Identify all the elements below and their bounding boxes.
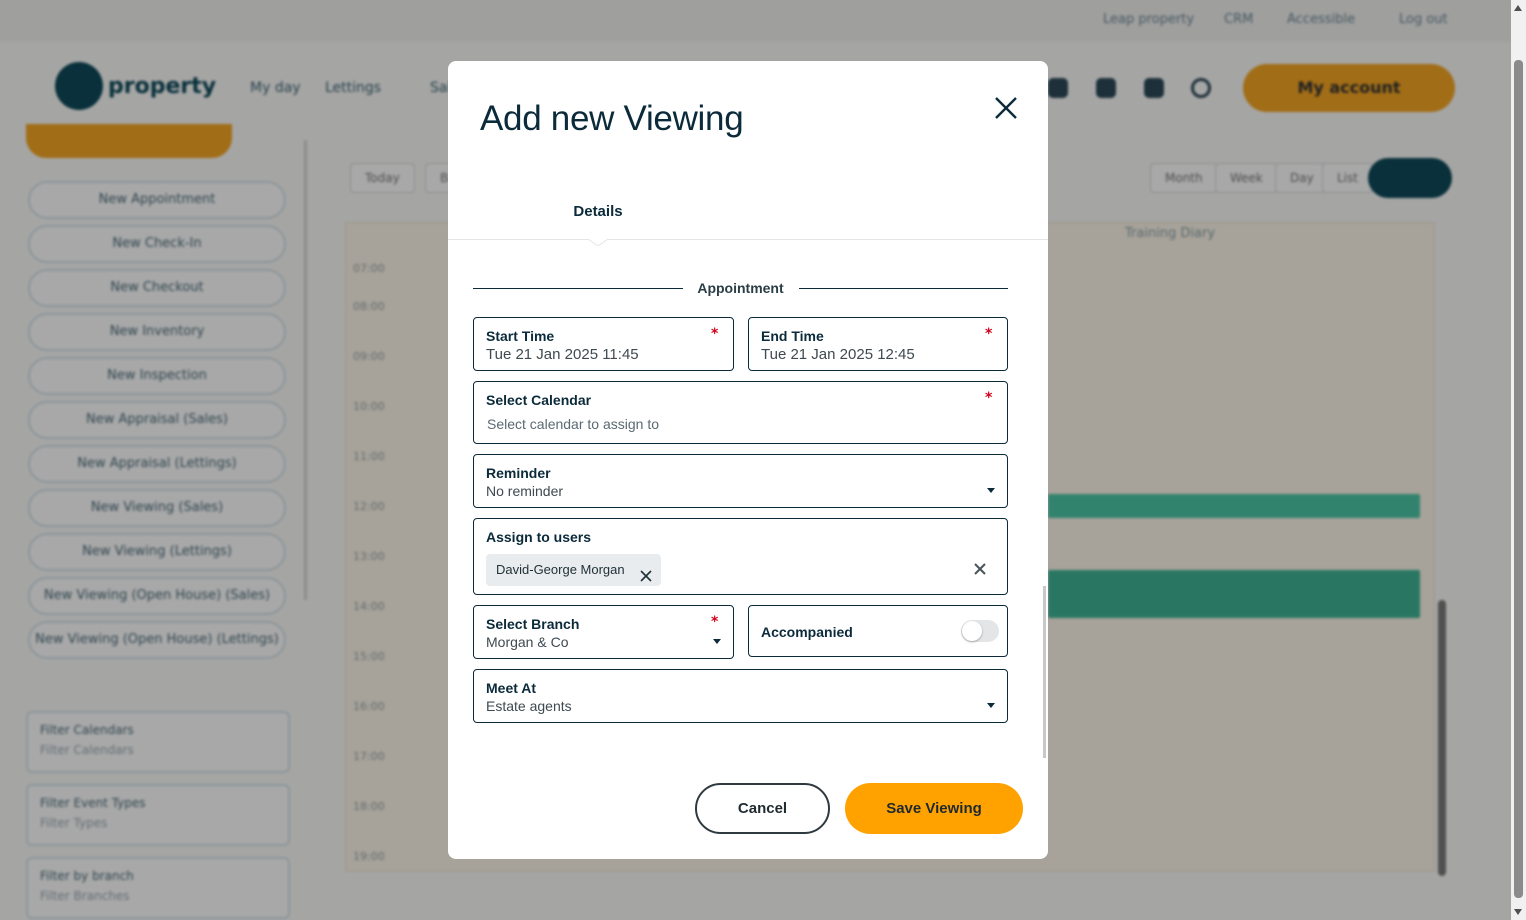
page-scrollbar[interactable] [1511,0,1526,920]
field-label: Select Branch [486,616,580,632]
remove-user-button[interactable] [639,563,653,582]
user-chip-label: David-George Morgan [496,562,625,577]
add-viewing-modal: Add new Viewing Details Appointment Star… [448,61,1048,859]
select-calendar-field[interactable]: Select Calendar * Select calendar to ass… [473,381,1008,444]
meet-at-select[interactable]: Meet At Estate agents [473,669,1008,723]
tab-indicator-icon [588,238,608,246]
start-time-field[interactable]: Start Time * Tue 21 Jan 2025 11:45 [473,317,734,371]
close-icon [640,570,652,582]
field-label: Accompanied [761,624,853,640]
select-calendar-placeholder: Select calendar to assign to [487,416,659,432]
field-label: Assign to users [486,529,592,545]
reminder-value: No reminder [486,483,564,499]
field-label: Start Time [486,328,555,344]
meet-at-value: Estate agents [486,698,572,714]
field-label: Select Calendar [486,392,592,408]
select-branch-value: Morgan & Co [486,634,569,650]
field-label: End Time [761,328,824,344]
assign-users-field[interactable]: Assign to users David-George Morgan [473,518,1008,595]
field-label: Reminder [486,465,551,481]
select-branch-field[interactable]: Select Branch * Morgan & Co [473,605,734,659]
scrollbar-thumb[interactable] [1514,60,1523,898]
tab-divider [448,239,1048,240]
section-title: Appointment [697,280,784,296]
chevron-down-icon [987,488,995,493]
required-marker: * [711,614,719,630]
close-button[interactable] [993,95,1019,121]
modal-scrollbar[interactable] [1043,586,1046,758]
user-chip: David-George Morgan [486,554,661,586]
scroll-up-arrow-icon[interactable] [1514,5,1522,11]
clear-users-button[interactable] [973,561,987,575]
reminder-select[interactable]: Reminder No reminder [473,454,1008,508]
end-time-value: Tue 21 Jan 2025 12:45 [761,346,915,363]
start-time-value: Tue 21 Jan 2025 11:45 [486,346,639,363]
close-icon [995,97,1017,119]
chevron-down-icon [713,639,721,644]
required-marker: * [985,390,993,406]
clear-icon [974,563,986,575]
required-marker: * [985,326,993,342]
required-marker: * [711,326,719,342]
chevron-down-icon [987,703,995,708]
tab-details[interactable]: Details [548,203,648,220]
modal-title: Add new Viewing [480,99,744,138]
end-time-field[interactable]: End Time * Tue 21 Jan 2025 12:45 [748,317,1008,371]
accompanied-toggle[interactable] [961,620,999,642]
save-viewing-button[interactable]: Save Viewing [845,783,1023,834]
section-heading: Appointment [473,280,1008,296]
scroll-down-arrow-icon[interactable] [1514,909,1522,915]
cancel-button[interactable]: Cancel [695,783,830,834]
accompanied-field: Accompanied [748,605,1008,657]
toggle-knob [962,621,982,641]
field-label: Meet At [486,680,537,696]
